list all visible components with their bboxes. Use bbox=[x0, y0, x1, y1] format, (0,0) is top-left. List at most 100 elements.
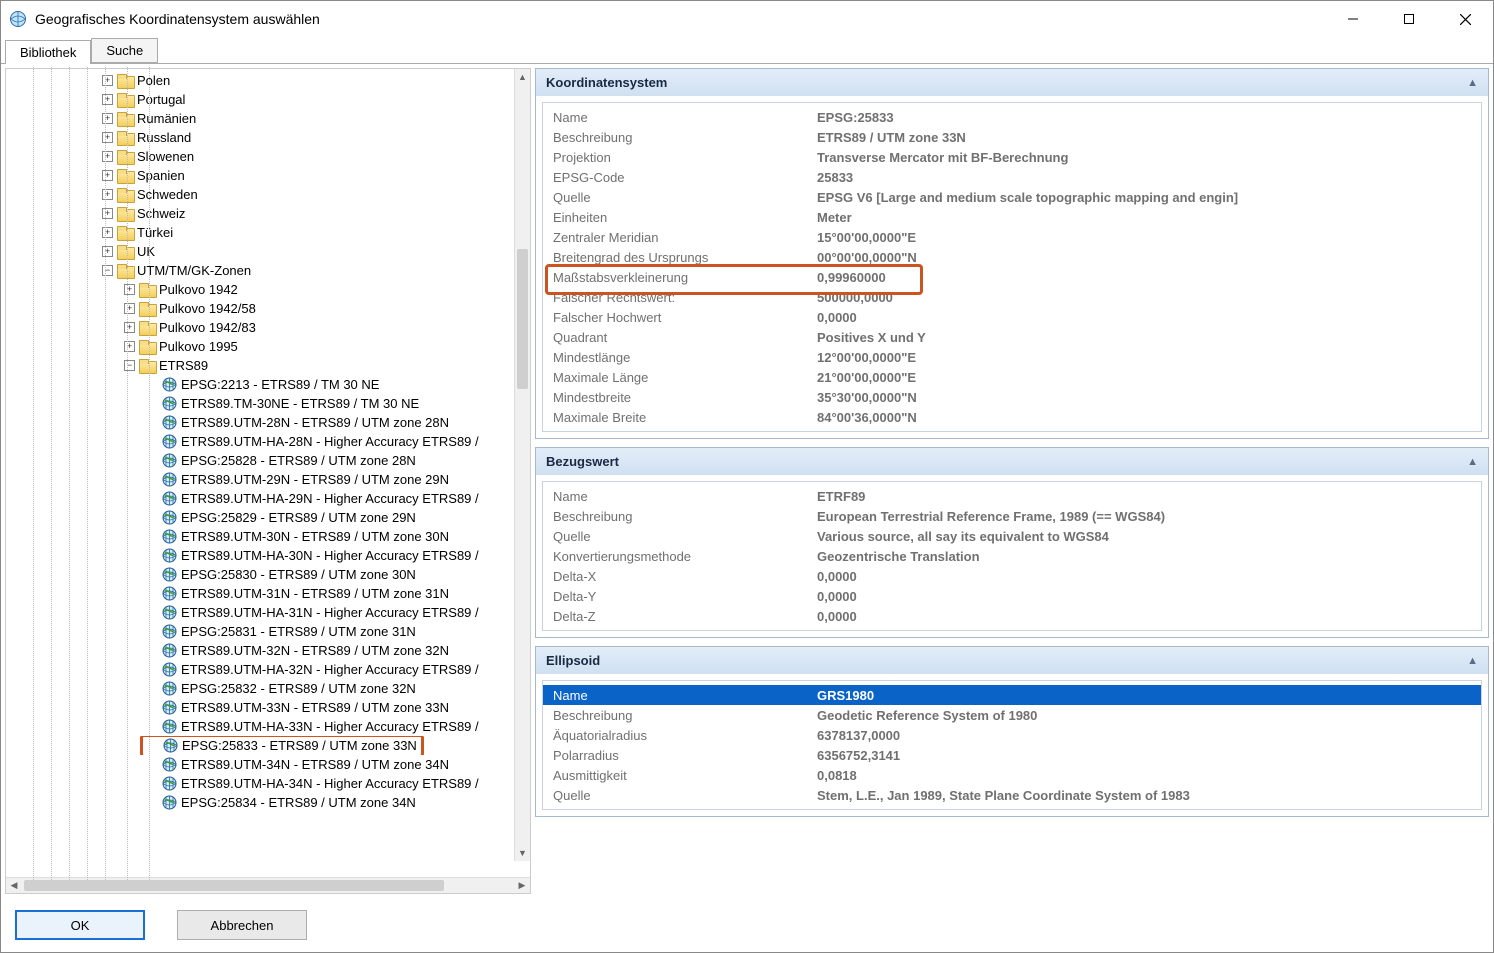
close-button[interactable] bbox=[1437, 1, 1493, 37]
property-row[interactable]: Falscher Rechtswert:500000,0000 bbox=[543, 287, 1481, 307]
property-row[interactable]: Maximale Breite84°00'36,0000"N bbox=[543, 407, 1481, 427]
tree-expander[interactable]: + bbox=[124, 303, 135, 314]
tree-expander[interactable]: − bbox=[102, 265, 113, 276]
tree-row[interactable]: ETRS89.UTM-HA-28N - Higher Accuracy ETRS… bbox=[6, 432, 514, 451]
tree-row[interactable]: +Schweden bbox=[6, 185, 514, 204]
property-row[interactable]: Falscher Hochwert0,0000 bbox=[543, 307, 1481, 327]
collapse-icon[interactable]: ▲ bbox=[1467, 456, 1478, 468]
collapse-icon[interactable]: ▲ bbox=[1467, 655, 1478, 667]
scroll-up-arrow-icon[interactable]: ▲ bbox=[515, 69, 530, 85]
property-row[interactable]: BeschreibungEuropean Terrestrial Referen… bbox=[543, 506, 1481, 526]
tree-row[interactable]: ETRS89.UTM-34N - ETRS89 / UTM zone 34N bbox=[6, 755, 514, 774]
property-row[interactable]: Maßstabsverkleinerung0,99960000 bbox=[543, 267, 1481, 287]
cancel-button[interactable]: Abbrechen bbox=[177, 910, 307, 940]
property-row[interactable]: Delta-Z0,0000 bbox=[543, 606, 1481, 626]
tab-search[interactable]: Suche bbox=[91, 38, 158, 63]
tree-expander[interactable]: + bbox=[102, 246, 113, 257]
tree-row[interactable]: +Rumänien bbox=[6, 109, 514, 128]
tree-row[interactable]: ETRS89.UTM-29N - ETRS89 / UTM zone 29N bbox=[6, 470, 514, 489]
tree-expander[interactable]: + bbox=[102, 170, 113, 181]
property-row[interactable]: Mindestlänge12°00'00,0000"E bbox=[543, 347, 1481, 367]
collapse-icon[interactable]: ▲ bbox=[1467, 77, 1478, 89]
scroll-thumb[interactable] bbox=[517, 249, 528, 389]
scroll-right-arrow-icon[interactable]: ▶ bbox=[514, 878, 530, 893]
tree-row[interactable]: EPSG:25833 - ETRS89 / UTM zone 33N bbox=[6, 736, 514, 755]
scroll-left-arrow-icon[interactable]: ◀ bbox=[6, 878, 22, 893]
tree-vertical-scrollbar[interactable]: ▲ ▼ bbox=[514, 69, 530, 861]
tree-row[interactable]: +Slowenen bbox=[6, 147, 514, 166]
section-header-ellipsoid[interactable]: Ellipsoid ▲ bbox=[536, 647, 1488, 674]
tree-expander[interactable]: − bbox=[124, 360, 135, 371]
tree-expander[interactable]: + bbox=[102, 94, 113, 105]
property-row[interactable]: QuadrantPositives X und Y bbox=[543, 327, 1481, 347]
property-row[interactable]: Delta-Y0,0000 bbox=[543, 586, 1481, 606]
tree-row[interactable]: +Pulkovo 1942/83 bbox=[6, 318, 514, 337]
tree-row[interactable]: EPSG:25830 - ETRS89 / UTM zone 30N bbox=[6, 565, 514, 584]
property-row[interactable]: Polarradius6356752,3141 bbox=[543, 745, 1481, 765]
tree-row[interactable]: ETRS89.UTM-HA-30N - Higher Accuracy ETRS… bbox=[6, 546, 514, 565]
tree-row[interactable]: ETRS89.UTM-33N - ETRS89 / UTM zone 33N bbox=[6, 698, 514, 717]
property-row[interactable]: NameETRF89 bbox=[543, 486, 1481, 506]
tree-row[interactable]: +Pulkovo 1942 bbox=[6, 280, 514, 299]
tree[interactable]: +Polen+Portugal+Rumänien+Russland+Slowen… bbox=[6, 69, 514, 814]
tree-row[interactable]: −UTM/TM/GK-Zonen bbox=[6, 261, 514, 280]
tree-row[interactable]: +Türkei bbox=[6, 223, 514, 242]
tree-row[interactable]: EPSG:25829 - ETRS89 / UTM zone 29N bbox=[6, 508, 514, 527]
tree-expander[interactable]: + bbox=[102, 132, 113, 143]
tree-row[interactable]: ETRS89.UTM-HA-33N - Higher Accuracy ETRS… bbox=[6, 717, 514, 736]
property-row[interactable]: BeschreibungETRS89 / UTM zone 33N bbox=[543, 127, 1481, 147]
tree-row[interactable]: ETRS89.UTM-HA-29N - Higher Accuracy ETRS… bbox=[6, 489, 514, 508]
tree-expander[interactable]: + bbox=[102, 189, 113, 200]
tree-row[interactable]: +Pulkovo 1995 bbox=[6, 337, 514, 356]
property-row[interactable]: QuelleStem, L.E., Jan 1989, State Plane … bbox=[543, 785, 1481, 805]
tree-row[interactable]: +Pulkovo 1942/58 bbox=[6, 299, 514, 318]
property-row[interactable]: EinheitenMeter bbox=[543, 207, 1481, 227]
tree-row[interactable]: EPSG:25834 - ETRS89 / UTM zone 34N bbox=[6, 793, 514, 812]
tree-row[interactable]: ETRS89.UTM-28N - ETRS89 / UTM zone 28N bbox=[6, 413, 514, 432]
property-row[interactable]: Maximale Länge21°00'00,0000"E bbox=[543, 367, 1481, 387]
property-row[interactable]: BeschreibungGeodetic Reference System of… bbox=[543, 705, 1481, 725]
minimize-button[interactable] bbox=[1325, 1, 1381, 37]
tree-row[interactable]: EPSG:25831 - ETRS89 / UTM zone 31N bbox=[6, 622, 514, 641]
tree-row[interactable]: ETRS89.UTM-30N - ETRS89 / UTM zone 30N bbox=[6, 527, 514, 546]
tree-row[interactable]: +Polen bbox=[6, 71, 514, 90]
tree-row[interactable]: ETRS89.UTM-32N - ETRS89 / UTM zone 32N bbox=[6, 641, 514, 660]
tree-row[interactable]: +Spanien bbox=[6, 166, 514, 185]
property-row[interactable]: Mindestbreite35°30'00,0000"N bbox=[543, 387, 1481, 407]
property-row[interactable]: QuelleVarious source, all say its equiva… bbox=[543, 526, 1481, 546]
tree-row[interactable]: +Portugal bbox=[6, 90, 514, 109]
tree-row[interactable]: EPSG:2213 - ETRS89 / TM 30 NE bbox=[6, 375, 514, 394]
scroll-down-arrow-icon[interactable]: ▼ bbox=[515, 845, 530, 861]
tree-expander[interactable]: + bbox=[102, 113, 113, 124]
tree-row[interactable]: EPSG:25832 - ETRS89 / UTM zone 32N bbox=[6, 679, 514, 698]
tree-horizontal-scrollbar[interactable]: ◀ ▶ bbox=[6, 877, 530, 893]
section-header-coord[interactable]: Koordinatensystem ▲ bbox=[536, 69, 1488, 96]
section-header-datum[interactable]: Bezugswert ▲ bbox=[536, 448, 1488, 475]
tree-expander[interactable]: + bbox=[102, 75, 113, 86]
tree-expander[interactable]: + bbox=[102, 227, 113, 238]
property-row[interactable]: KonvertierungsmethodeGeozentrische Trans… bbox=[543, 546, 1481, 566]
property-row[interactable]: Breitengrad des Ursprungs00°00'00,0000"N bbox=[543, 247, 1481, 267]
property-row[interactable]: Äquatorialradius6378137,0000 bbox=[543, 725, 1481, 745]
tree-expander[interactable]: + bbox=[124, 341, 135, 352]
tree-row[interactable]: ETRS89.TM-30NE - ETRS89 / TM 30 NE bbox=[6, 394, 514, 413]
tab-library[interactable]: Bibliothek bbox=[5, 40, 91, 64]
property-row[interactable]: Ausmittigkeit0,0818 bbox=[543, 765, 1481, 785]
property-row[interactable]: QuelleEPSG V6 [Large and medium scale to… bbox=[543, 187, 1481, 207]
tree-row[interactable]: +Russland bbox=[6, 128, 514, 147]
property-row[interactable]: Zentraler Meridian15°00'00,0000"E bbox=[543, 227, 1481, 247]
property-row[interactable]: NameGRS1980 bbox=[543, 685, 1481, 705]
tree-expander[interactable]: + bbox=[124, 284, 135, 295]
property-row[interactable]: Delta-X0,0000 bbox=[543, 566, 1481, 586]
tree-expander[interactable]: + bbox=[102, 208, 113, 219]
hscroll-thumb[interactable] bbox=[24, 880, 444, 891]
tree-row[interactable]: ETRS89.UTM-HA-34N - Higher Accuracy ETRS… bbox=[6, 774, 514, 793]
tree-row[interactable]: +UK bbox=[6, 242, 514, 261]
tree-row[interactable]: ETRS89.UTM-HA-31N - Higher Accuracy ETRS… bbox=[6, 603, 514, 622]
property-row[interactable]: EPSG-Code25833 bbox=[543, 167, 1481, 187]
tree-row[interactable]: +Schweiz bbox=[6, 204, 514, 223]
tree-row[interactable]: ETRS89.UTM-HA-32N - Higher Accuracy ETRS… bbox=[6, 660, 514, 679]
property-row[interactable]: NameEPSG:25833 bbox=[543, 107, 1481, 127]
ok-button[interactable]: OK bbox=[15, 910, 145, 940]
tree-row[interactable]: −ETRS89 bbox=[6, 356, 514, 375]
